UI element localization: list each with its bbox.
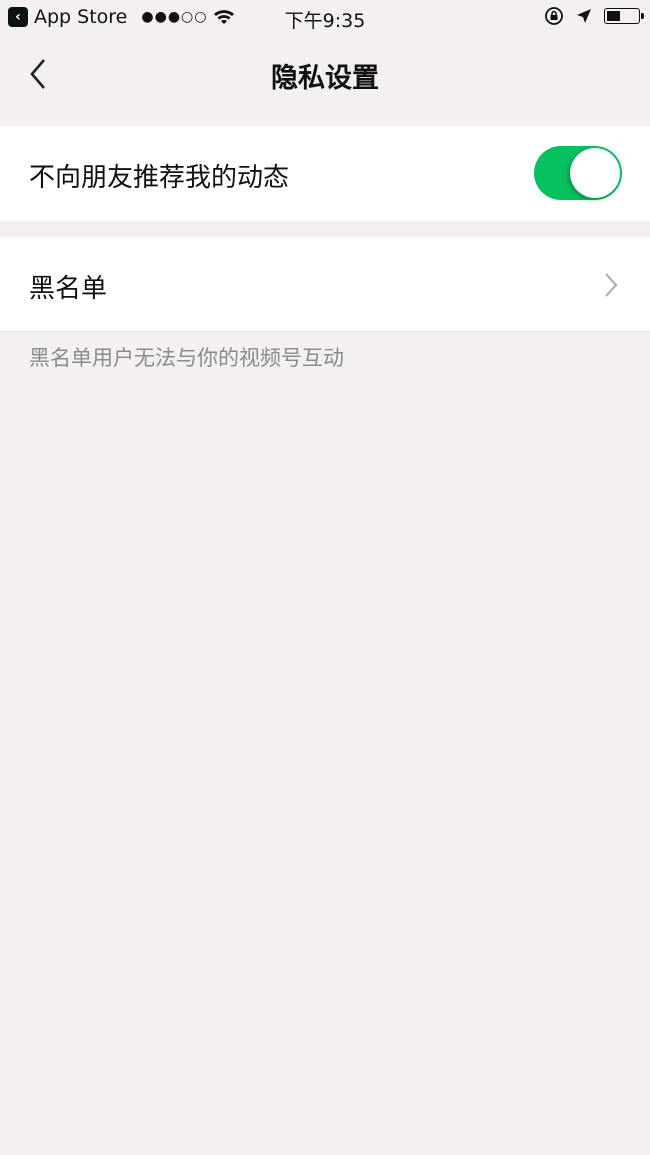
hide-from-friends-label: 不向朋友推荐我的动态 [29, 163, 290, 193]
nav-bar: 隐私设置 [0, 36, 650, 110]
chevron-right-icon [605, 273, 618, 297]
blacklist-row[interactable]: 黑名单 [0, 237, 650, 332]
status-right [544, 6, 644, 26]
hide-from-friends-toggle[interactable] [534, 146, 622, 200]
location-arrow-icon [577, 9, 591, 23]
blacklist-note: 黑名单用户无法与你的视频号互动 [29, 346, 344, 370]
battery-fill [607, 11, 621, 21]
page-title: 隐私设置 [271, 63, 379, 94]
battery-icon [604, 8, 644, 24]
toggle-knob [570, 148, 620, 198]
blacklist-label: 黑名单 [29, 274, 108, 304]
status-bar: ‹ App Store ●●●○○ 下午9:35 [0, 0, 650, 36]
rotation-lock-icon [545, 7, 563, 25]
hide-from-friends-row: 不向朋友推荐我的动态 [0, 126, 650, 221]
